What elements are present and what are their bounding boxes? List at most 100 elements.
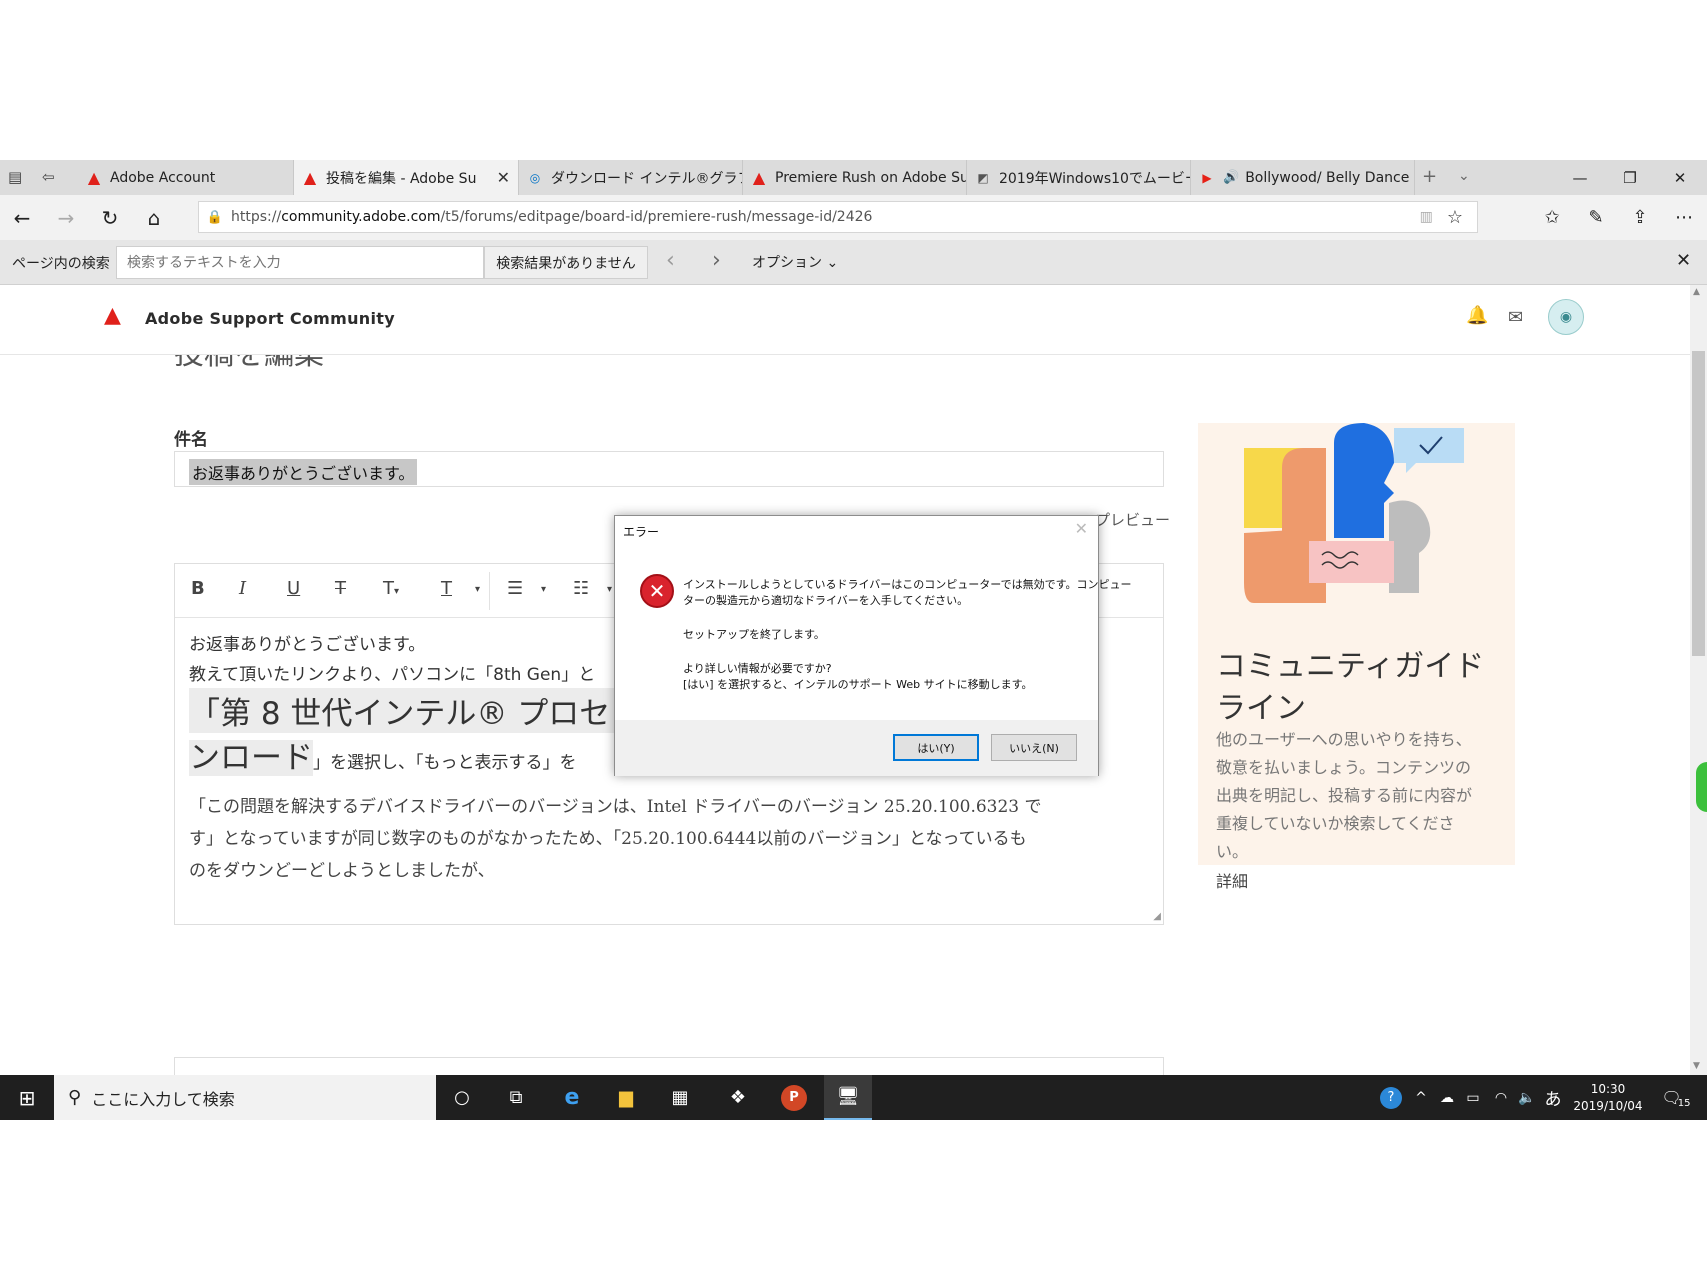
body-line: す」となっていますが同じ数字のものがなかったため、「25.20.100.6444…	[189, 829, 1027, 849]
avatar[interactable]: ◉	[1548, 299, 1584, 335]
tab-edit-post[interactable]: ▲ 投稿を編集 - Adobe Sup ✕	[294, 160, 519, 195]
yes-button[interactable]: はい(Y)	[893, 734, 979, 761]
onedrive-icon[interactable]: ☁	[1434, 1075, 1460, 1120]
mail-icon[interactable]: ✉	[1508, 307, 1523, 328]
caret-down-icon[interactable]: ▾	[607, 584, 612, 595]
cortana-icon[interactable]: ○	[438, 1075, 486, 1120]
body-line: 教えて頂いたリンクより、パソコンに「8th Gen」と	[189, 665, 596, 685]
tab-label: Adobe Account	[110, 169, 216, 186]
body-line: ンロード」を選択し、「もっと表示する」を	[189, 732, 577, 777]
guideline-text: 敬意を払いましょう。コンテンツの	[1216, 758, 1472, 777]
find-close-icon[interactable]: ✕	[1676, 250, 1691, 271]
share-icon[interactable]: ⇪	[1618, 195, 1662, 240]
find-next-icon[interactable]: ›	[712, 248, 721, 273]
notification-count: 15	[1677, 1098, 1691, 1109]
favorites-icon[interactable]: ✩	[1530, 195, 1574, 240]
find-options[interactable]: オプション ⌄	[752, 252, 838, 272]
dialog-close-icon[interactable]: ✕	[1075, 519, 1088, 538]
tab-intel-download[interactable]: ◎ ダウンロード インテル®グラフィッ:	[519, 160, 743, 195]
page-scrollbar[interactable]: ▲ ▼	[1690, 285, 1707, 1075]
favorite-star-icon[interactable]: ☆	[1447, 207, 1463, 228]
refresh-icon[interactable]: ↻	[88, 195, 132, 240]
file-explorer-icon[interactable]: ▆	[602, 1075, 650, 1120]
find-bar: ページ内の検索 検索結果がありません ‹ › オプション ⌄ ✕	[0, 240, 1707, 285]
adobe-logo-icon[interactable]: ▲	[104, 303, 121, 328]
reading-view-icon[interactable]: ▥	[1420, 209, 1433, 225]
url-prefix: https://	[231, 209, 282, 225]
subject-input[interactable]: お返事ありがとうございます。	[174, 451, 1164, 487]
strikethrough-button[interactable]: T	[335, 578, 346, 599]
italic-button[interactable]: I	[239, 578, 246, 599]
edge-icon[interactable]: e	[548, 1075, 596, 1120]
taskbar-search-box[interactable]: ⚲ ここに入力して検索	[54, 1075, 436, 1120]
search-icon: ⚲	[68, 1087, 82, 1108]
store-icon[interactable]: ▦	[656, 1075, 704, 1120]
numbered-list-icon[interactable]: ☰	[507, 578, 523, 599]
battery-icon[interactable]: ▭	[1460, 1075, 1486, 1120]
dialog-message: より詳しい情報が必要ですか?	[683, 662, 832, 675]
back-icon[interactable]: ←	[0, 195, 44, 240]
tab-adobe-account[interactable]: ▲ Adobe Account	[78, 160, 294, 195]
preview-link[interactable]: プレビュー	[1095, 509, 1170, 530]
text-color-button[interactable]: T	[441, 578, 452, 599]
more-icon[interactable]: ⋯	[1662, 195, 1706, 240]
site-header: ▲ Adobe Support Community 🔔 ✉ ◉	[0, 285, 1690, 355]
restore-icon[interactable]: ❐	[1605, 160, 1655, 195]
body-link-text[interactable]: ンロード	[189, 740, 313, 776]
tab-bollywood[interactable]: ▶ 🔊 Bollywood/ Belly Dance	[1191, 160, 1415, 195]
notes-pen-icon[interactable]: ✎	[1574, 195, 1618, 240]
minimize-icon[interactable]: —	[1555, 160, 1605, 195]
forward-icon[interactable]: →	[44, 195, 88, 240]
underline-button[interactable]: U	[287, 578, 300, 599]
volume-icon[interactable]: 🔈	[1514, 1075, 1540, 1120]
find-previous-icon[interactable]: ‹	[666, 248, 675, 273]
chevron-up-icon[interactable]: ^	[1408, 1075, 1434, 1120]
url-host: community.adobe.com	[281, 209, 441, 225]
guideline-illustration	[1244, 423, 1464, 603]
guideline-title: ライン	[1216, 691, 1306, 726]
bulleted-list-icon[interactable]: ☷	[573, 578, 589, 599]
caret-down-icon[interactable]: ▾	[541, 584, 546, 595]
url-path: /t5/forums/editpage/board-id/premiere-ru…	[440, 209, 873, 225]
dialog-message: [はい] を選択すると、インテルのサポート Web サイトに移動します。	[683, 678, 1033, 691]
action-center-icon[interactable]: 🗨 15	[1656, 1075, 1696, 1120]
scroll-down-icon[interactable]: ▼	[1693, 1061, 1700, 1071]
bold-button[interactable]: B	[191, 578, 205, 599]
help-icon[interactable]: ?	[1378, 1075, 1404, 1120]
windows-start-icon[interactable]: ⊞	[3, 1075, 51, 1120]
tab-premiere-rush[interactable]: ▲ Premiere Rush on Adobe Su	[743, 160, 967, 195]
dropbox-icon[interactable]: ❖	[714, 1075, 762, 1120]
ime-indicator[interactable]: あ	[1540, 1075, 1566, 1120]
task-view-icon[interactable]: ⧉	[492, 1075, 540, 1120]
bell-icon[interactable]: 🔔	[1466, 305, 1488, 326]
details-link[interactable]: 詳細	[1216, 868, 1248, 892]
powerpoint-icon[interactable]: P	[770, 1075, 818, 1120]
scrollbar-thumb[interactable]	[1692, 351, 1705, 656]
resize-handle[interactable]: ◢	[1153, 911, 1161, 922]
caret-down-icon[interactable]: ▾	[475, 584, 480, 595]
no-button[interactable]: いいえ(N)	[991, 734, 1077, 761]
page-icon: ◩	[977, 170, 989, 185]
adobe-icon: ▲	[752, 168, 766, 187]
tab-list-chevron-icon[interactable]: ⌄	[1458, 168, 1470, 184]
font-size-button[interactable]: T▾	[383, 578, 399, 599]
site-name[interactable]: Adobe Support Community	[145, 309, 395, 328]
wifi-icon[interactable]: ◠	[1488, 1075, 1514, 1120]
guideline-text: い。	[1216, 842, 1249, 861]
clock[interactable]: 10:30 2019/10/04	[1568, 1075, 1648, 1120]
window-close-icon[interactable]: ✕	[1655, 160, 1705, 195]
setup-app-icon[interactable]: 🖥	[824, 1075, 872, 1120]
scroll-up-icon[interactable]: ▲	[1693, 287, 1700, 297]
new-tab-icon[interactable]: +	[1422, 166, 1437, 187]
help-glyph: ?	[1380, 1086, 1402, 1109]
address-field[interactable]: 🔒 https://community.adobe.com/t5/forums/…	[198, 201, 1478, 233]
dialog-message: インストールしようとしているドライバーはこのコンピューターでは無効です。コンピュ…	[683, 578, 1132, 591]
close-tab-icon[interactable]: ✕	[497, 168, 510, 187]
tab-preview-icon[interactable]: ▤	[8, 168, 22, 186]
find-input[interactable]	[116, 246, 484, 279]
tab-windows10-movie[interactable]: ◩ 2019年Windows10でムービー:	[967, 160, 1191, 195]
floating-status-badge[interactable]	[1696, 762, 1707, 812]
home-icon[interactable]: ⌂	[132, 195, 176, 240]
clock-date: 2019/10/04	[1573, 1098, 1643, 1113]
set-aside-tabs-icon[interactable]: ⇦	[42, 168, 55, 186]
